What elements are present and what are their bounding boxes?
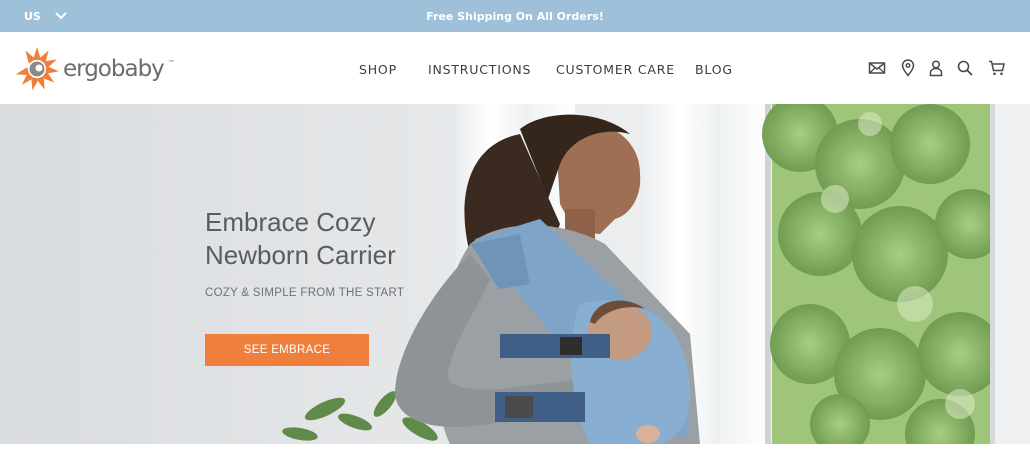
cart-icon[interactable] (988, 59, 1006, 77)
account-icon[interactable] (927, 59, 945, 77)
announcement-bar: US Free Shipping On All Orders! (0, 0, 1030, 32)
search-icon[interactable] (956, 59, 974, 77)
promo-message: Free Shipping On All Orders! (426, 9, 604, 23)
locale-label: US (24, 9, 41, 23)
nav-blog[interactable]: BLOG (695, 62, 733, 77)
logo[interactable]: ergobaby ™ (14, 42, 175, 96)
hero-image (0, 104, 1030, 444)
hero-title-line-2: Newborn Carrier (205, 240, 396, 270)
location-pin-icon[interactable] (899, 59, 917, 77)
ergobaby-sun-logo-icon (15, 47, 59, 91)
nav-instructions[interactable]: INSTRUCTIONS (428, 62, 531, 77)
chevron-down-icon (55, 12, 67, 20)
trademark-symbol: ™ (167, 59, 175, 67)
nav-shop[interactable]: SHOP (359, 62, 397, 77)
hero-title-line-1: Embrace Cozy (205, 207, 376, 237)
page-content-below-hero (0, 444, 1030, 474)
hero-banner: Embrace Cozy Newborn Carrier COZY & SIMP… (0, 104, 1030, 444)
mail-icon[interactable] (868, 59, 886, 77)
hero-title: Embrace Cozy Newborn Carrier (205, 206, 445, 272)
locale-selector[interactable]: US (24, 0, 67, 32)
see-embrace-button[interactable]: SEE EMBRACE (205, 334, 369, 366)
site-header: ergobaby ™ SHOP INSTRUCTIONS CUSTOMER CA… (0, 32, 1030, 104)
hero-subtitle: COZY & SIMPLE FROM THE START (205, 287, 405, 299)
logo-wordmark: ergobaby (63, 56, 165, 82)
nav-customer-care[interactable]: CUSTOMER CARE (556, 62, 675, 77)
